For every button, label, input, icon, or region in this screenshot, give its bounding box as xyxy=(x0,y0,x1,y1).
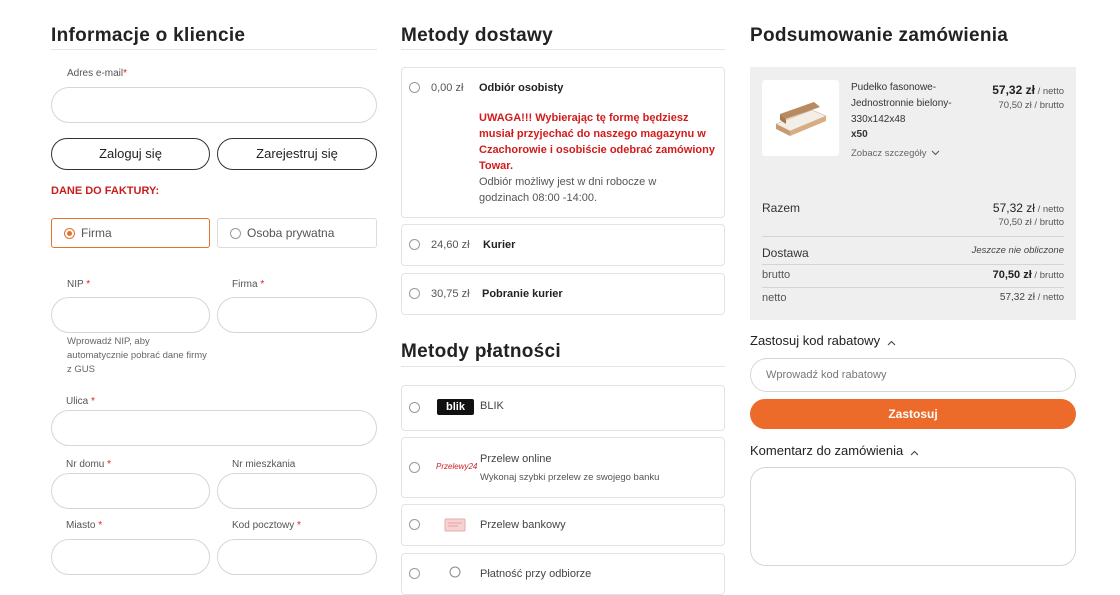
bank-transfer-icon xyxy=(444,518,466,532)
nip-label: NIP * xyxy=(67,279,91,290)
chevron-up-icon xyxy=(887,334,896,349)
delivery-option-pickup[interactable]: 0,00 zł Odbiór osobisty UWAGA!!! Wybiera… xyxy=(401,67,725,218)
postcode-label: Kod pocztowy * xyxy=(232,520,301,531)
discount-code-input[interactable]: Wprowadź kod rabatowy xyxy=(750,358,1076,392)
total-gross: 70,50 zł / brutto xyxy=(998,217,1065,228)
city-input[interactable] xyxy=(51,539,210,575)
customer-type-private[interactable]: Osoba prywatna xyxy=(217,218,377,248)
company-input[interactable] xyxy=(217,297,377,333)
total-label: Razem xyxy=(762,201,801,215)
delivery-payment-section: Metody dostawy 0,00 zł Odbiór osobisty U… xyxy=(401,0,725,595)
order-summary-panel: Pudełko fasonowe- Jednostronnie bielony-… xyxy=(750,67,1076,320)
city-label: Miasto * xyxy=(66,520,103,531)
street-input[interactable] xyxy=(51,410,377,446)
radio-delivery-courier[interactable] xyxy=(409,239,420,250)
summary-divider xyxy=(762,287,1064,288)
discount-placeholder: Wprowadź kod rabatowy xyxy=(766,369,887,381)
nip-hint: Wprowadź NIP, aby automatycznie pobrać d… xyxy=(67,336,207,375)
radio-payment-bank[interactable] xyxy=(409,519,420,530)
order-comment-textarea[interactable] xyxy=(750,467,1076,566)
customer-type-company[interactable]: Firma xyxy=(51,218,210,248)
radio-payment-blik[interactable] xyxy=(409,402,420,413)
net-label: netto xyxy=(762,292,787,304)
payment-option-online-transfer[interactable]: Przelewy24 Przelew online Wykonaj szybki… xyxy=(401,437,725,498)
shipping-value: Jeszcze nie obliczone xyxy=(971,245,1064,256)
payment-option-blik[interactable]: blik BLIK xyxy=(401,385,725,431)
pickup-warning: UWAGA!!! Wybierając tę formę będziesz mu… xyxy=(479,112,715,172)
house-number-label: Nr domu * xyxy=(66,459,112,470)
delivery-price: 0,00 zł xyxy=(431,82,464,94)
postcode-input[interactable] xyxy=(217,539,377,575)
payment-title: Metody płatności xyxy=(401,341,561,362)
section-divider xyxy=(401,366,725,367)
product-name-line: Jednostronnie bielony- xyxy=(851,98,952,109)
flat-number-label: Nr mieszkania xyxy=(232,459,296,470)
blik-logo: blik xyxy=(437,399,474,415)
radio-private[interactable] xyxy=(230,228,241,239)
payment-name: BLIK xyxy=(480,400,504,412)
flat-number-input[interactable] xyxy=(217,473,377,509)
payment-subtitle: Wykonaj szybki przelew ze swojego banku xyxy=(480,472,660,483)
summary-divider xyxy=(762,264,1064,265)
product-price-gross: 70,50 zł / brutto xyxy=(998,100,1065,111)
net-value: 57,32 zł / netto xyxy=(999,292,1064,303)
chevron-up-icon xyxy=(910,444,919,459)
payment-name: Przelew bankowy xyxy=(480,519,566,531)
radio-payment-online[interactable] xyxy=(409,462,420,473)
total-net: 57,32 zł / netto xyxy=(992,201,1064,215)
delivery-name: Pobranie kurier xyxy=(482,288,563,300)
company-label: Firma * xyxy=(232,279,265,290)
section-divider xyxy=(51,49,377,50)
product-image xyxy=(762,80,839,156)
discount-toggle[interactable]: Zastosuj kod rabatowy xyxy=(750,333,896,349)
section-divider xyxy=(401,49,725,50)
pickup-note: Odbiór możliwy jest w dni robocze w godz… xyxy=(479,176,657,204)
payment-name: Płatność przy odbiorze xyxy=(480,568,592,580)
delivery-price: 24,60 zł xyxy=(431,239,470,251)
customer-info-title: Informacje o kliencie xyxy=(51,25,246,46)
shipping-label: Dostawa xyxy=(762,246,809,260)
cash-on-delivery-icon xyxy=(446,565,464,579)
delivery-name: Odbiór osobisty xyxy=(479,82,564,94)
order-summary-section: Podsumowanie zamówienia Pudełko fasonowe… xyxy=(750,0,1076,573)
register-button[interactable]: Zarejestruj się xyxy=(217,138,377,170)
payment-name: Przelew online xyxy=(480,453,552,465)
delivery-option-cod-courier[interactable]: 30,75 zł Pobranie kurier xyxy=(401,273,725,315)
customer-type-company-label: Firma xyxy=(81,226,112,240)
comment-toggle[interactable]: Komentarz do zamówienia xyxy=(750,443,919,459)
apply-discount-button[interactable]: Zastosuj xyxy=(750,399,1076,429)
gross-value: 70,50 zł / brutto xyxy=(992,269,1064,281)
delivery-title: Metody dostawy xyxy=(401,25,553,46)
radio-delivery-cod[interactable] xyxy=(409,288,420,299)
product-name-line: 330x142x48 xyxy=(851,114,906,125)
email-input[interactable] xyxy=(51,87,377,123)
summary-divider xyxy=(762,236,1064,237)
email-label: Adres e-mail* xyxy=(67,68,128,79)
login-button[interactable]: Zaloguj się xyxy=(51,138,210,170)
product-quantity: x50 xyxy=(851,129,868,140)
customer-info-section: Informacje o kliencie Adres e-mail* Zalo… xyxy=(51,0,377,575)
chevron-down-icon xyxy=(931,148,940,159)
delivery-price: 30,75 zł xyxy=(431,288,470,300)
house-number-input[interactable] xyxy=(51,473,210,509)
payment-option-bank-transfer[interactable]: Przelew bankowy xyxy=(401,504,725,546)
delivery-name: Kurier xyxy=(483,239,516,251)
invoice-heading: DANE DO FAKTURY: xyxy=(51,185,160,197)
delivery-option-courier[interactable]: 24,60 zł Kurier xyxy=(401,224,725,266)
product-details-link[interactable]: Zobacz szczegóły xyxy=(851,148,940,159)
gross-label: brutto xyxy=(762,269,791,281)
street-label: Ulica * xyxy=(66,396,95,407)
order-summary-title: Podsumowanie zamówienia xyxy=(750,25,1009,46)
product-name-line: Pudełko fasonowe- xyxy=(851,82,937,93)
przelewy24-logo: Przelewy24 xyxy=(436,462,478,471)
payment-option-cod[interactable]: Płatność przy odbiorze xyxy=(401,553,725,595)
nip-input[interactable] xyxy=(51,297,210,333)
radio-payment-cod[interactable] xyxy=(409,568,420,579)
radio-delivery-pickup[interactable] xyxy=(409,82,420,93)
product-price-net: 57,32 zł / netto xyxy=(992,83,1064,97)
radio-company[interactable] xyxy=(64,228,75,239)
customer-type-private-label: Osoba prywatna xyxy=(247,226,335,240)
